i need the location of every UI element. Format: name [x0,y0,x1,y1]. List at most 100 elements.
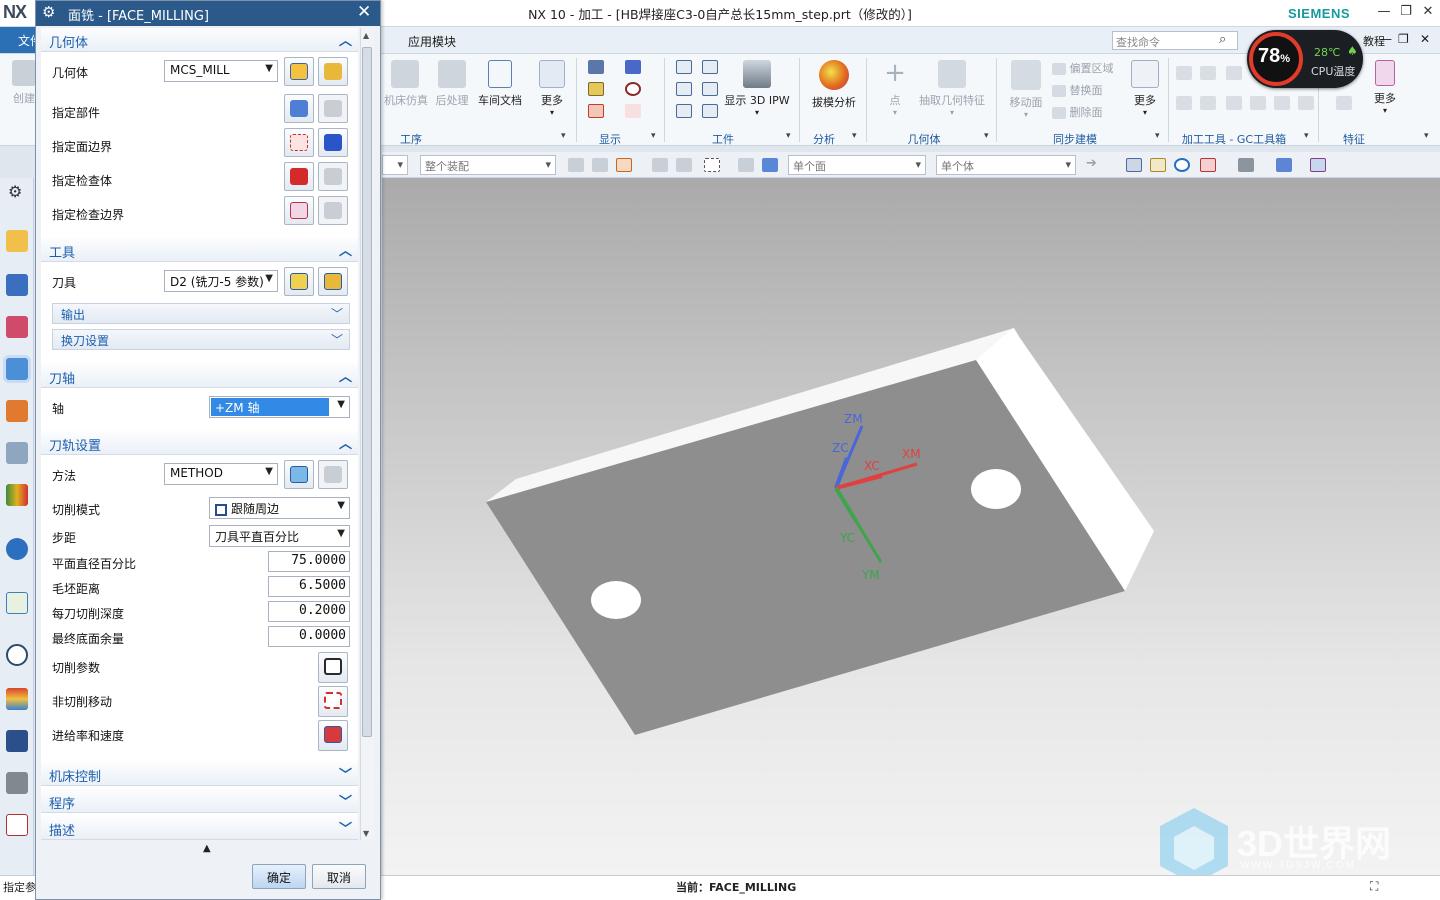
select-icon-6[interactable] [738,158,754,172]
arrow-right-icon[interactable]: ➔ [1086,156,1097,171]
doc-minimize-button[interactable]: — [1380,32,1392,46]
chevron-down-icon[interactable]: ﹀ [339,791,352,810]
assembly-navigator-icon[interactable] [6,400,28,422]
edit-tool-button[interactable] [318,267,348,296]
cancel-button[interactable]: 取消 [312,864,366,889]
palette-icon[interactable] [6,688,28,710]
refresh-icon[interactable] [1174,158,1190,172]
more-feature-button[interactable]: 更多 ▾ [1368,60,1402,115]
tool-dropdown[interactable]: D2 (铣刀-5 参数) ▼ [164,270,278,292]
output-subsection[interactable]: 输出 ﹀ [52,303,350,324]
group-sync-expand-icon[interactable]: ▾ [1155,131,1160,141]
replace-face-button[interactable]: 替换面 [1052,82,1103,98]
fullscreen-icon[interactable]: ⛶ [1370,879,1378,894]
part-navigator-icon[interactable] [6,442,28,464]
gc-tool-icon-1[interactable] [1176,66,1192,80]
view-icon-4[interactable] [1238,158,1254,172]
gc-tool-icon-7[interactable] [1250,96,1266,110]
gc-tool-icon-4[interactable] [1176,96,1192,110]
cutting-params-button[interactable] [318,652,348,683]
system-scenes-icon[interactable] [6,772,28,794]
history-clock-icon[interactable] [6,644,28,666]
stepover-dropdown[interactable]: 刀具平直百分比 ▼ [209,525,350,547]
group-feature-expand-icon[interactable]: ▾ [1424,131,1429,141]
program-section-header[interactable]: 程序 ﹀ [41,789,358,813]
blank-distance-input[interactable]: 6.5000 [268,576,350,597]
draft-analysis-button[interactable]: 拔模分析 [808,60,860,110]
display-circle-icon[interactable] [625,82,641,96]
move-face-button[interactable]: 移动面 ▾ [1006,60,1046,119]
delete-face-button[interactable]: 删除面 [1052,104,1103,120]
tool-section-header[interactable]: 工具 ︿ [41,238,358,262]
axis-dropdown[interactable]: +ZM 轴 ▼ [209,396,350,418]
show-check-body-button[interactable] [318,162,348,191]
face-rule-dropdown[interactable]: 单个面 [788,155,926,175]
select-icon-3[interactable] [616,158,632,172]
chevron-down-icon[interactable]: ﹀ [339,818,352,837]
view-icon-1[interactable] [1126,158,1142,172]
graphics-viewport[interactable]: ZM ZC XC XM YC YM [382,178,1440,875]
dialog-gear-icon[interactable]: ⚙ [42,3,55,21]
roles-icon[interactable] [6,730,28,752]
gc-tool-icon-9[interactable] [1298,96,1314,110]
gear-icon[interactable]: ⚙ [8,182,22,201]
post-process-button[interactable]: 后处理 [434,60,470,108]
feature-icon[interactable] [1336,96,1352,110]
dialog-close-button[interactable]: ✕ [357,2,371,22]
extract-geometry-button[interactable]: 抽取几何特征 ▾ [918,60,986,117]
template-icon[interactable] [6,814,28,836]
browser-icon[interactable] [6,592,28,614]
chevron-up-icon[interactable]: ︿ [339,30,352,49]
display-3d-icon[interactable] [588,82,604,96]
group-gc-tools-expand-icon[interactable]: ▾ [1304,131,1309,141]
scroll-up-icon[interactable]: ▲ [363,31,369,40]
operation-navigator-icon[interactable] [6,230,28,252]
chevron-up-icon[interactable]: ︿ [339,240,352,259]
minimize-button[interactable]: — [1374,4,1394,22]
workpiece-icon-2[interactable] [702,60,718,74]
chevron-down-icon[interactable]: ﹀ [331,305,343,322]
select-icon-2[interactable] [592,158,608,172]
select-face-boundary-button[interactable] [284,128,314,157]
machine-control-section-header[interactable]: 机床控制 ﹀ [41,762,358,786]
type-filter-dropdown[interactable] [382,155,408,175]
select-icon-5[interactable] [676,158,692,172]
workpiece-icon-6[interactable] [702,104,718,118]
assembly-filter-dropdown[interactable]: 整个装配 [420,155,556,175]
group-geometry-expand-icon[interactable]: ▾ [984,131,989,141]
machine-tool-icon[interactable] [6,274,28,296]
method-dropdown[interactable]: METHOD ▼ [164,463,278,485]
view-icon-3[interactable] [1200,158,1216,172]
point-button[interactable]: + 点 ▾ [878,60,912,117]
info-icon[interactable] [6,538,28,560]
method-view-icon[interactable] [6,316,28,338]
show-3d-ipw-button[interactable]: 显示 3D IPW ▾ [724,60,790,117]
edit-geometry-button[interactable] [318,57,348,86]
select-check-body-button[interactable] [284,162,314,191]
cube-icon[interactable] [762,158,778,172]
shop-doc-button[interactable]: 车间文档 [476,60,524,108]
gc-tool-icon-8[interactable] [1274,96,1290,110]
description-section-header[interactable]: 描述 ﹀ [41,816,358,840]
group-analysis-expand-icon[interactable]: ▾ [852,131,857,141]
workpiece-icon-1[interactable] [676,60,692,74]
chevron-down-icon[interactable]: ﹀ [331,331,343,348]
gc-tool-icon-3[interactable] [1226,66,1242,80]
reuse-library-icon[interactable] [6,484,28,506]
display-curve-icon[interactable] [625,104,641,118]
more-sync-button[interactable]: 更多 ▾ [1128,60,1162,117]
show-face-boundary-button[interactable] [318,128,348,157]
geometry-section-header[interactable]: 几何体 ︿ [41,28,358,52]
chevron-down-icon[interactable]: ﹀ [339,764,352,783]
machine-sim-button[interactable]: 机床仿真 [384,60,428,108]
restore-button[interactable]: ❐ [1396,4,1416,22]
command-search-input[interactable]: 查找命令 ⌕ [1112,31,1238,50]
offset-region-button[interactable]: 偏置区域 [1052,60,1114,76]
select-check-boundary-button[interactable] [284,196,314,225]
select-part-button[interactable] [284,94,314,123]
view-icon-5[interactable] [1310,158,1326,172]
tool-axis-section-header[interactable]: 刀轴 ︿ [41,364,358,388]
group-display-expand-icon[interactable]: ▾ [651,131,656,141]
shading-icon[interactable] [1276,158,1292,172]
show-part-button[interactable] [318,94,348,123]
